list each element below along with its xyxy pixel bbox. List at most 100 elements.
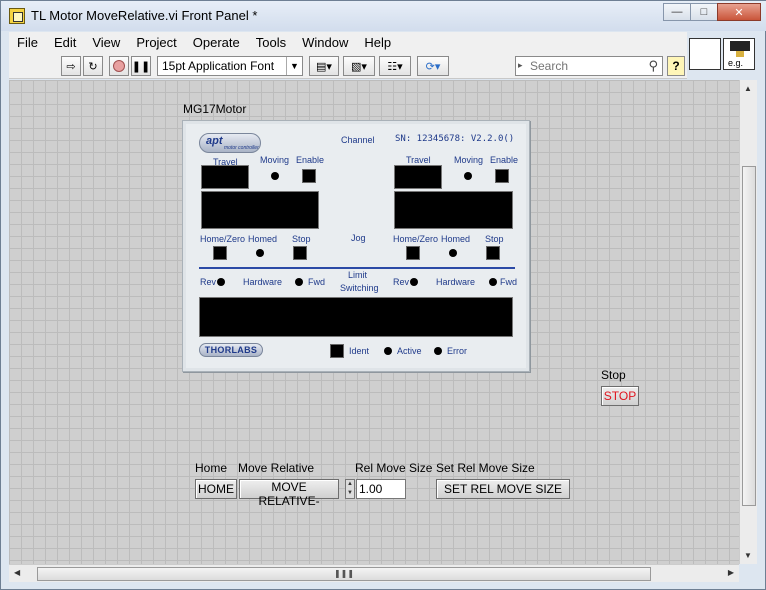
maximize-button[interactable]: □	[690, 3, 718, 21]
apt-motor-control[interactable]: apt motor controller Channel SN: 1234567…	[182, 120, 530, 372]
scroll-right-icon[interactable]: ▶	[728, 568, 734, 577]
home-button-left[interactable]	[213, 246, 227, 260]
abort-icon[interactable]	[109, 56, 129, 76]
search-scope-icon: ▸	[518, 60, 523, 70]
context-help-button[interactable]: ?	[667, 56, 685, 76]
connector-pane[interactable]	[689, 38, 721, 70]
apt-logo-subtext: motor controller	[224, 145, 259, 151]
mg17motor-label: MG17Motor	[183, 102, 247, 116]
close-button[interactable]: ✕	[717, 3, 761, 21]
travel-label-right: Travel	[406, 155, 431, 165]
menu-project[interactable]: Project	[128, 35, 184, 50]
switching-label: Switching	[340, 283, 379, 293]
horizontal-scrollbar[interactable]: ◀ ❚❚❚ ▶	[9, 564, 739, 582]
labview-window: TL Motor MoveRelative.vi Front Panel * —…	[0, 0, 766, 590]
jog-label: Jog	[351, 233, 366, 243]
set-rel-move-size-button[interactable]: SET REL MOVE SIZE	[436, 479, 570, 499]
rev-label-right: Rev	[393, 277, 410, 287]
stop-label-right: Stop	[485, 234, 504, 244]
vertical-scroll-thumb[interactable]	[742, 166, 756, 506]
distribute-objects-icon[interactable]: ▧▾	[343, 56, 375, 76]
enable-button-right[interactable]	[495, 169, 509, 183]
status-display	[199, 297, 513, 337]
align-objects-icon[interactable]: ▤▾	[309, 56, 339, 76]
window-title: TL Motor MoveRelative.vi Front Panel *	[31, 8, 258, 23]
homed-label-right: Homed	[441, 234, 471, 244]
homed-led-left	[256, 249, 264, 257]
menu-tools[interactable]: Tools	[248, 35, 294, 50]
run-arrow-icon[interactable]: ⇨	[61, 56, 81, 76]
menu-window[interactable]: Window	[294, 35, 356, 50]
enable-label-left: Enable	[296, 155, 325, 165]
menu-file[interactable]: File	[9, 35, 46, 50]
enable-button-left[interactable]	[302, 169, 316, 183]
travel-display-left	[201, 165, 249, 189]
menu-edit[interactable]: Edit	[46, 35, 84, 50]
search-box[interactable]: ▸ ⚲	[515, 56, 663, 76]
font-select[interactable]: 15pt Application Font ▼	[157, 56, 303, 76]
rel-move-size-control: ▲ ▼	[345, 479, 407, 499]
stop-button[interactable]: STOP	[601, 386, 639, 406]
moving-label-left: Moving	[260, 155, 290, 165]
scroll-up-icon[interactable]: ▲	[744, 84, 752, 93]
move-relative-button[interactable]: MOVE RELATIVE-	[239, 479, 339, 508]
fwd-label-right: Fwd	[500, 277, 518, 287]
stop-label-left: Stop	[292, 234, 311, 244]
home-button[interactable]: HOME	[195, 479, 237, 499]
run-continuously-icon[interactable]: ↻	[83, 56, 103, 76]
pause-icon[interactable]: ❚❚	[131, 56, 151, 76]
toolbar: ⇨ ↻ ❚❚ 15pt Application Font ▼ ▤▾ ▧▾ ☷▾ …	[9, 53, 687, 79]
scroll-down-icon[interactable]: ▼	[744, 551, 752, 560]
stop-button-left[interactable]	[293, 246, 307, 260]
ident-label: Ident	[349, 346, 370, 356]
fwd-led-left	[295, 278, 303, 286]
stop-label: Stop	[601, 368, 626, 382]
active-label: Active	[397, 346, 422, 356]
channel-label: Channel	[341, 135, 375, 145]
apt-logo: apt motor controller	[199, 133, 261, 153]
menu-help[interactable]: Help	[356, 35, 399, 50]
rev-led-right	[410, 278, 418, 286]
vi-icon-label: e.g.	[728, 58, 744, 68]
move-relative-label: Move Relative	[238, 461, 315, 475]
ident-button[interactable]	[330, 344, 344, 358]
horizontal-scroll-thumb[interactable]: ❚❚❚	[37, 567, 651, 581]
rel-move-size-input[interactable]	[356, 479, 406, 499]
homed-label-left: Homed	[248, 234, 278, 244]
rev-led-left	[217, 278, 225, 286]
home-button-right[interactable]	[406, 246, 420, 260]
home-label: Home	[195, 461, 228, 475]
menu-view[interactable]: View	[84, 35, 128, 50]
travel-display-right	[394, 165, 442, 189]
error-label: Error	[447, 346, 467, 356]
graduation-cap-icon	[730, 41, 750, 57]
rel-move-size-label: Rel Move Size	[355, 461, 433, 475]
vertical-scrollbar[interactable]: ▲ ▼	[739, 80, 757, 564]
font-select-value: 15pt Application Font	[162, 59, 275, 73]
stop-button-right[interactable]	[486, 246, 500, 260]
set-rel-move-size-label: Set Rel Move Size	[436, 461, 535, 475]
error-led	[434, 347, 442, 355]
search-input[interactable]	[530, 58, 640, 74]
menu-bar: File Edit View Project Operate Tools Win…	[9, 32, 687, 53]
title-bar[interactable]: TL Motor MoveRelative.vi Front Panel * —…	[1, 1, 766, 31]
thorlabs-logo: THORLABS	[199, 343, 263, 357]
menu-operate[interactable]: Operate	[185, 35, 248, 50]
minimize-button[interactable]: —	[663, 3, 691, 21]
search-icon[interactable]: ⚲	[648, 58, 658, 74]
moving-led-right	[464, 172, 472, 180]
reorder-icon[interactable]: ⟳▾	[417, 56, 449, 76]
position-display-left	[201, 191, 319, 229]
divider-line	[199, 267, 515, 269]
apt-logo-text: apt	[206, 135, 223, 147]
home-zero-label-left: Home/Zero	[200, 234, 246, 244]
serial-number: SN: 12345678: V2.2.0()	[395, 134, 515, 144]
resize-objects-icon[interactable]: ☷▾	[379, 56, 411, 76]
position-display-right	[394, 191, 513, 229]
hardware-label-left: Hardware	[243, 277, 283, 287]
scroll-left-icon[interactable]: ◀	[14, 568, 20, 577]
moving-label-right: Moving	[454, 155, 484, 165]
increment-decrement-arrows-icon[interactable]: ▲ ▼	[345, 479, 355, 499]
limit-label: Limit	[348, 270, 368, 280]
vi-icon-graduate[interactable]: e.g.	[723, 38, 755, 70]
